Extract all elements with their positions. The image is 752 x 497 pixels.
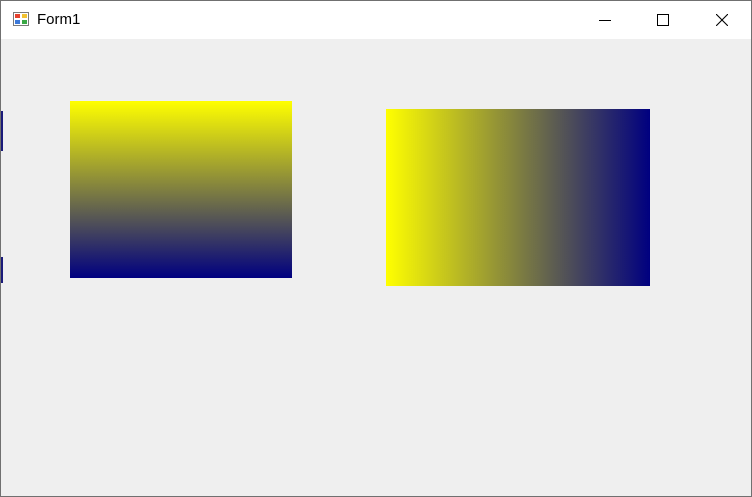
minimize-button[interactable] [576,1,634,39]
vertical-gradient-panel [70,101,292,278]
winforms-app-icon [13,12,29,26]
title-bar[interactable]: Form1 [1,1,751,39]
left-edge-mark-bottom [1,257,3,283]
form-client-area [1,39,751,496]
form-window: Form1 [0,0,752,497]
minimize-icon [599,20,611,21]
maximize-button[interactable] [634,1,692,39]
window-title: Form1 [37,11,81,28]
left-edge-mark-top [1,111,3,151]
horizontal-gradient-panel [386,109,650,286]
maximize-icon [657,14,669,26]
close-icon [716,14,728,26]
close-button[interactable] [693,1,751,39]
